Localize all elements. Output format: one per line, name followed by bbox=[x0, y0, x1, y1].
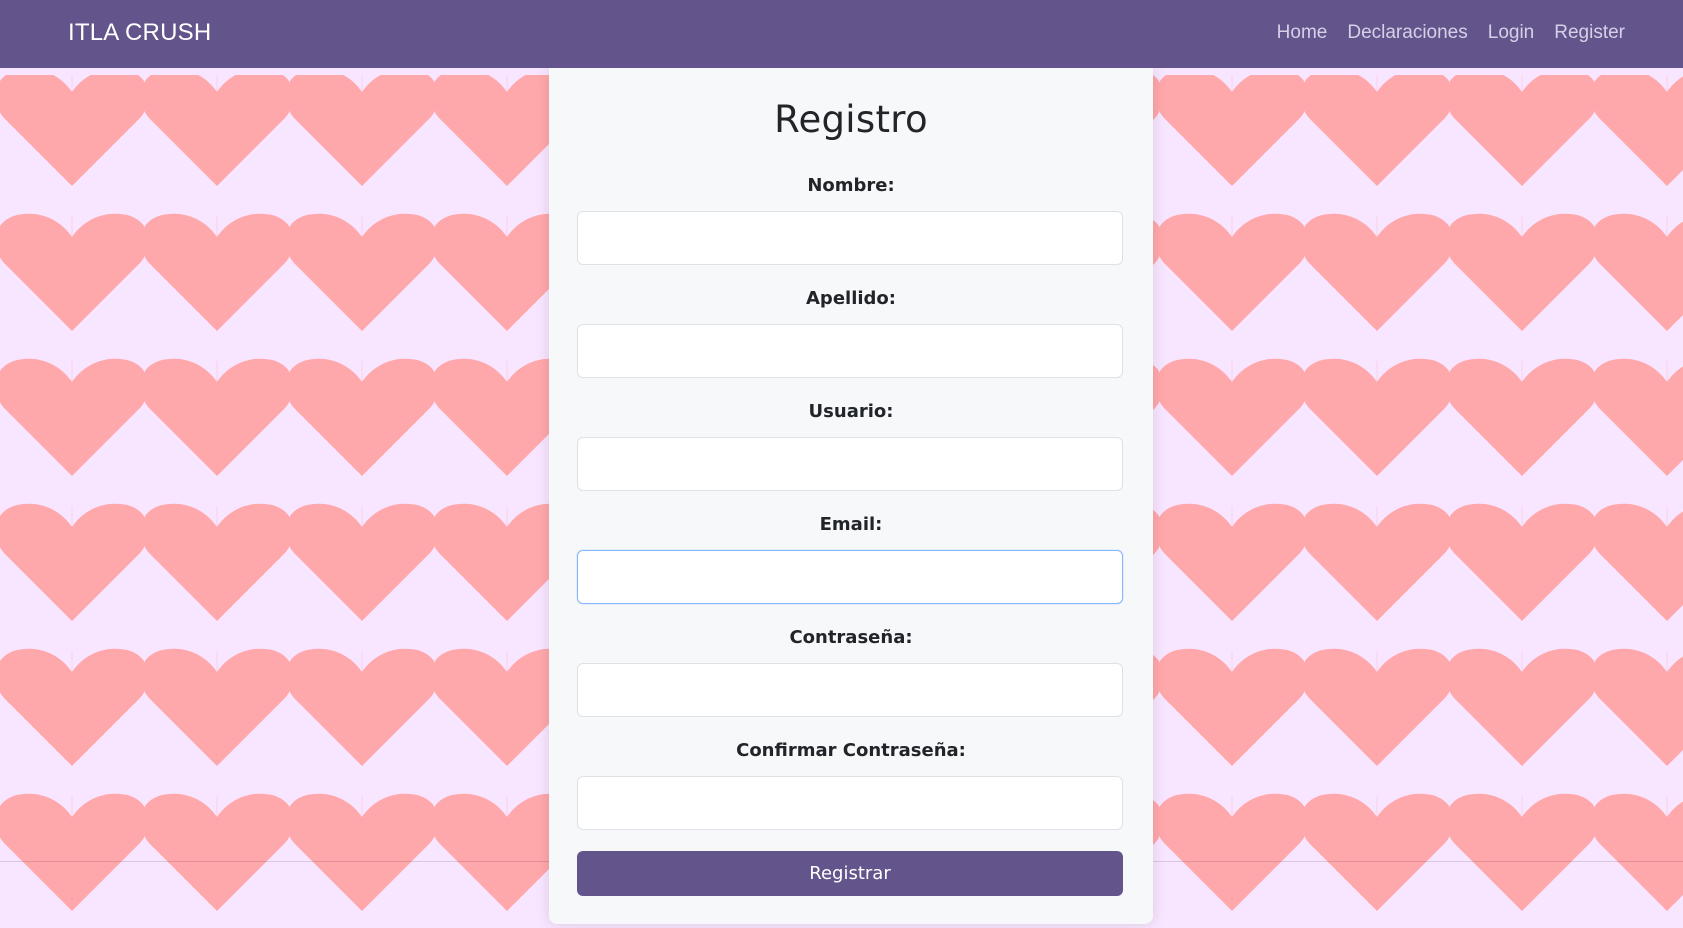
usuario-label: Usuario: bbox=[808, 401, 894, 422]
nombre-input[interactable] bbox=[577, 211, 1123, 265]
usuario-input[interactable] bbox=[577, 437, 1123, 491]
registrar-button[interactable]: Registrar bbox=[577, 851, 1123, 896]
apellido-label: Apellido: bbox=[806, 288, 896, 309]
nav-link-declaraciones[interactable]: Declaraciones bbox=[1347, 22, 1467, 44]
contrasena-label: Contraseña: bbox=[789, 627, 913, 648]
confirmar-contrasena-label: Confirmar Contraseña: bbox=[736, 740, 966, 761]
navbar: ITLA CRUSH Home Declaraciones Login Regi… bbox=[0, 0, 1683, 68]
nombre-label: Nombre: bbox=[807, 175, 895, 196]
apellido-input[interactable] bbox=[577, 324, 1123, 378]
nav-link-home[interactable]: Home bbox=[1277, 22, 1328, 44]
nav-link-login[interactable]: Login bbox=[1488, 22, 1535, 44]
contrasena-input[interactable] bbox=[577, 663, 1123, 717]
form-title: Registro bbox=[774, 98, 928, 141]
brand-logo-text[interactable]: ITLA CRUSH bbox=[68, 19, 211, 47]
nav-link-register[interactable]: Register bbox=[1554, 22, 1625, 44]
registration-card: Registro Nombre: Apellido: Usuario: Emai… bbox=[549, 68, 1153, 924]
email-input[interactable] bbox=[577, 550, 1123, 604]
confirmar-contrasena-input[interactable] bbox=[577, 776, 1123, 830]
nav-links: Home Declaraciones Login Register bbox=[1277, 22, 1625, 44]
email-label: Email: bbox=[819, 514, 883, 535]
